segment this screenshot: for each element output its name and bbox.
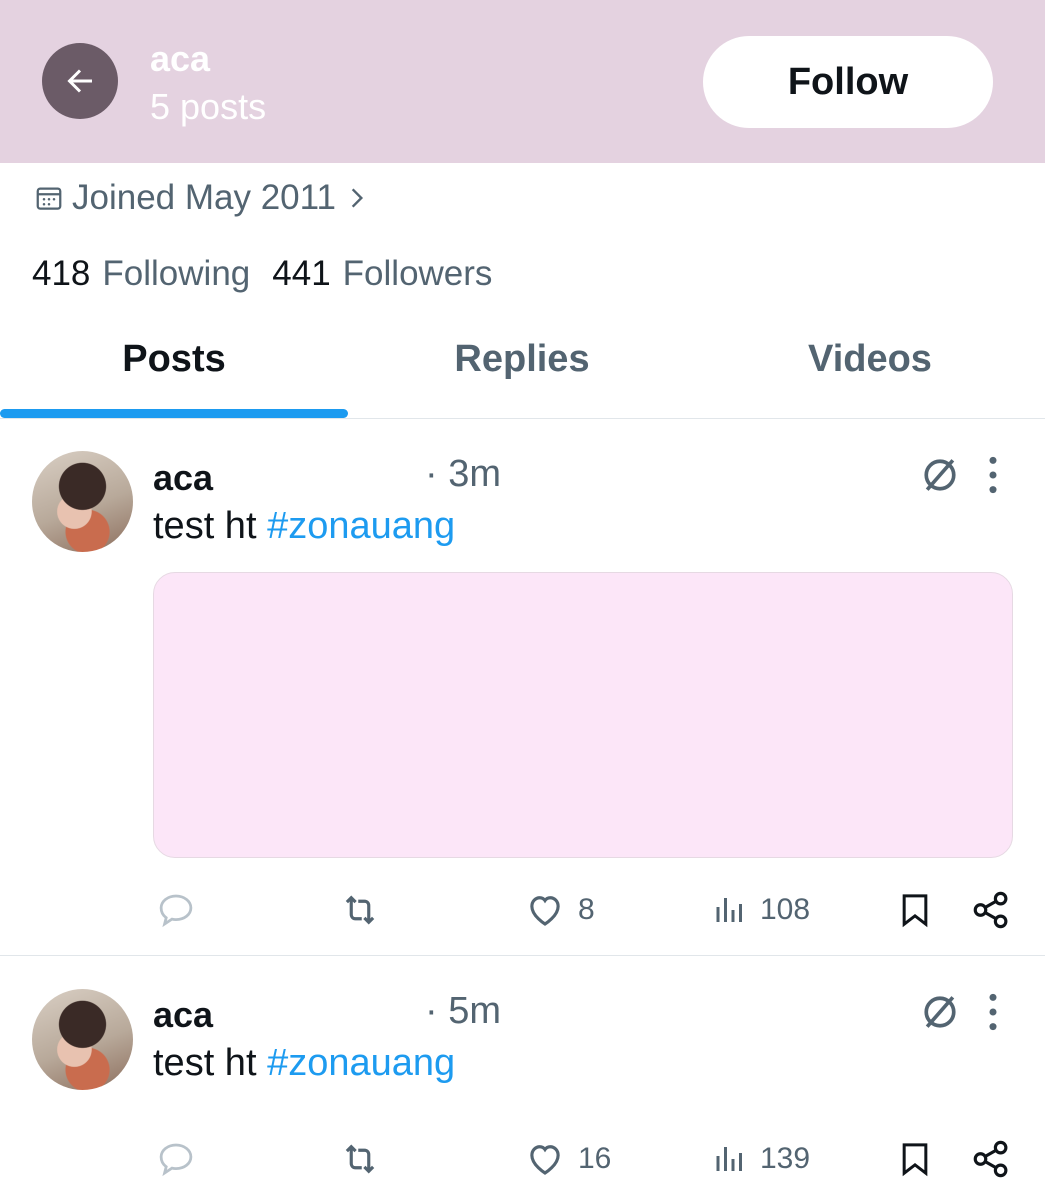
views-button[interactable]: 108 xyxy=(712,889,810,931)
avatar[interactable] xyxy=(32,989,133,1090)
bookmark-icon xyxy=(902,894,928,928)
post-actions: 8 108 xyxy=(0,889,1045,939)
bookmark-button[interactable] xyxy=(895,889,935,931)
share-icon xyxy=(973,891,1008,929)
repost-icon xyxy=(345,895,375,925)
post-media[interactable] xyxy=(153,572,1013,858)
calendar-icon xyxy=(36,187,62,210)
following-count: 418 xyxy=(32,254,91,293)
post-time: · 5m xyxy=(425,990,501,1032)
view-count: 108 xyxy=(760,893,811,926)
active-tab-indicator xyxy=(0,409,348,418)
reply-icon xyxy=(159,894,193,928)
reply-button[interactable] xyxy=(155,889,197,931)
followers-count: 441 xyxy=(272,254,331,293)
views-button[interactable]: 139 xyxy=(712,1138,810,1180)
repost-button[interactable] xyxy=(337,889,383,931)
header-name: aca xyxy=(150,38,211,79)
views-icon xyxy=(716,1147,742,1171)
repost-icon xyxy=(345,1144,375,1174)
share-icon xyxy=(973,1140,1008,1178)
chevron-right-icon xyxy=(351,188,364,208)
more-options-icon[interactable] xyxy=(982,453,1004,497)
tab-videos[interactable]: Videos xyxy=(696,318,1044,418)
reply-button[interactable] xyxy=(155,1138,197,1180)
post-text-body: test ht xyxy=(153,505,268,547)
heart-icon xyxy=(530,1145,560,1175)
post-text-body: test ht xyxy=(153,1042,268,1084)
post-author-name[interactable]: aca xyxy=(153,994,213,1036)
like-button[interactable]: 16 xyxy=(524,1138,611,1180)
following-link[interactable]: 418 Following xyxy=(32,254,250,294)
heart-icon xyxy=(530,896,560,926)
avatar[interactable] xyxy=(32,451,133,552)
post-text: test ht #zonauang xyxy=(153,1042,455,1085)
tab-posts[interactable]: Posts xyxy=(0,318,348,418)
hashtag-link[interactable]: #zonauang xyxy=(267,1042,455,1084)
post-time: · 3m xyxy=(425,453,501,495)
back-button[interactable] xyxy=(42,43,118,119)
grok-icon[interactable] xyxy=(918,990,962,1034)
joined-row[interactable]: Joined May 2011 xyxy=(34,178,370,218)
followers-label: Followers xyxy=(342,254,493,293)
profile-header: aca 5 posts Follow xyxy=(0,0,1045,163)
follow-stats: 418 Following 441 Followers xyxy=(32,254,492,294)
following-label: Following xyxy=(102,254,251,293)
post-author-name[interactable]: aca xyxy=(153,457,213,499)
reply-icon xyxy=(159,1143,193,1177)
redacted-handle xyxy=(225,457,425,497)
hashtag-link[interactable]: #zonauang xyxy=(267,505,455,547)
post-actions: 16 139 xyxy=(0,1138,1045,1188)
bookmark-icon xyxy=(902,1143,928,1177)
like-count: 8 xyxy=(578,893,595,926)
post[interactable]: aca · 5m test ht #zonauang 16 139 xyxy=(0,956,1045,1200)
views-icon xyxy=(716,898,742,922)
view-count: 139 xyxy=(760,1142,811,1175)
more-options-icon[interactable] xyxy=(982,990,1004,1034)
tab-replies[interactable]: Replies xyxy=(348,318,696,418)
post-text: test ht #zonauang xyxy=(153,505,455,548)
header-post-count: 5 posts xyxy=(150,86,267,127)
post[interactable]: aca · 3m test ht #zonauang 8 108 xyxy=(0,419,1045,956)
grok-icon[interactable] xyxy=(918,453,962,497)
repost-button[interactable] xyxy=(337,1138,383,1180)
followers-link[interactable]: 441 Followers xyxy=(272,254,492,294)
like-button[interactable]: 8 xyxy=(524,889,595,931)
profile-tabs: Posts Replies Videos xyxy=(0,318,1045,419)
follow-button[interactable]: Follow xyxy=(703,36,993,128)
bookmark-button[interactable] xyxy=(895,1138,935,1180)
joined-date: Joined May 2011 xyxy=(72,178,336,217)
share-button[interactable] xyxy=(970,1138,1012,1180)
like-count: 16 xyxy=(578,1142,612,1175)
share-button[interactable] xyxy=(970,889,1012,931)
arrow-left-icon xyxy=(67,69,92,93)
